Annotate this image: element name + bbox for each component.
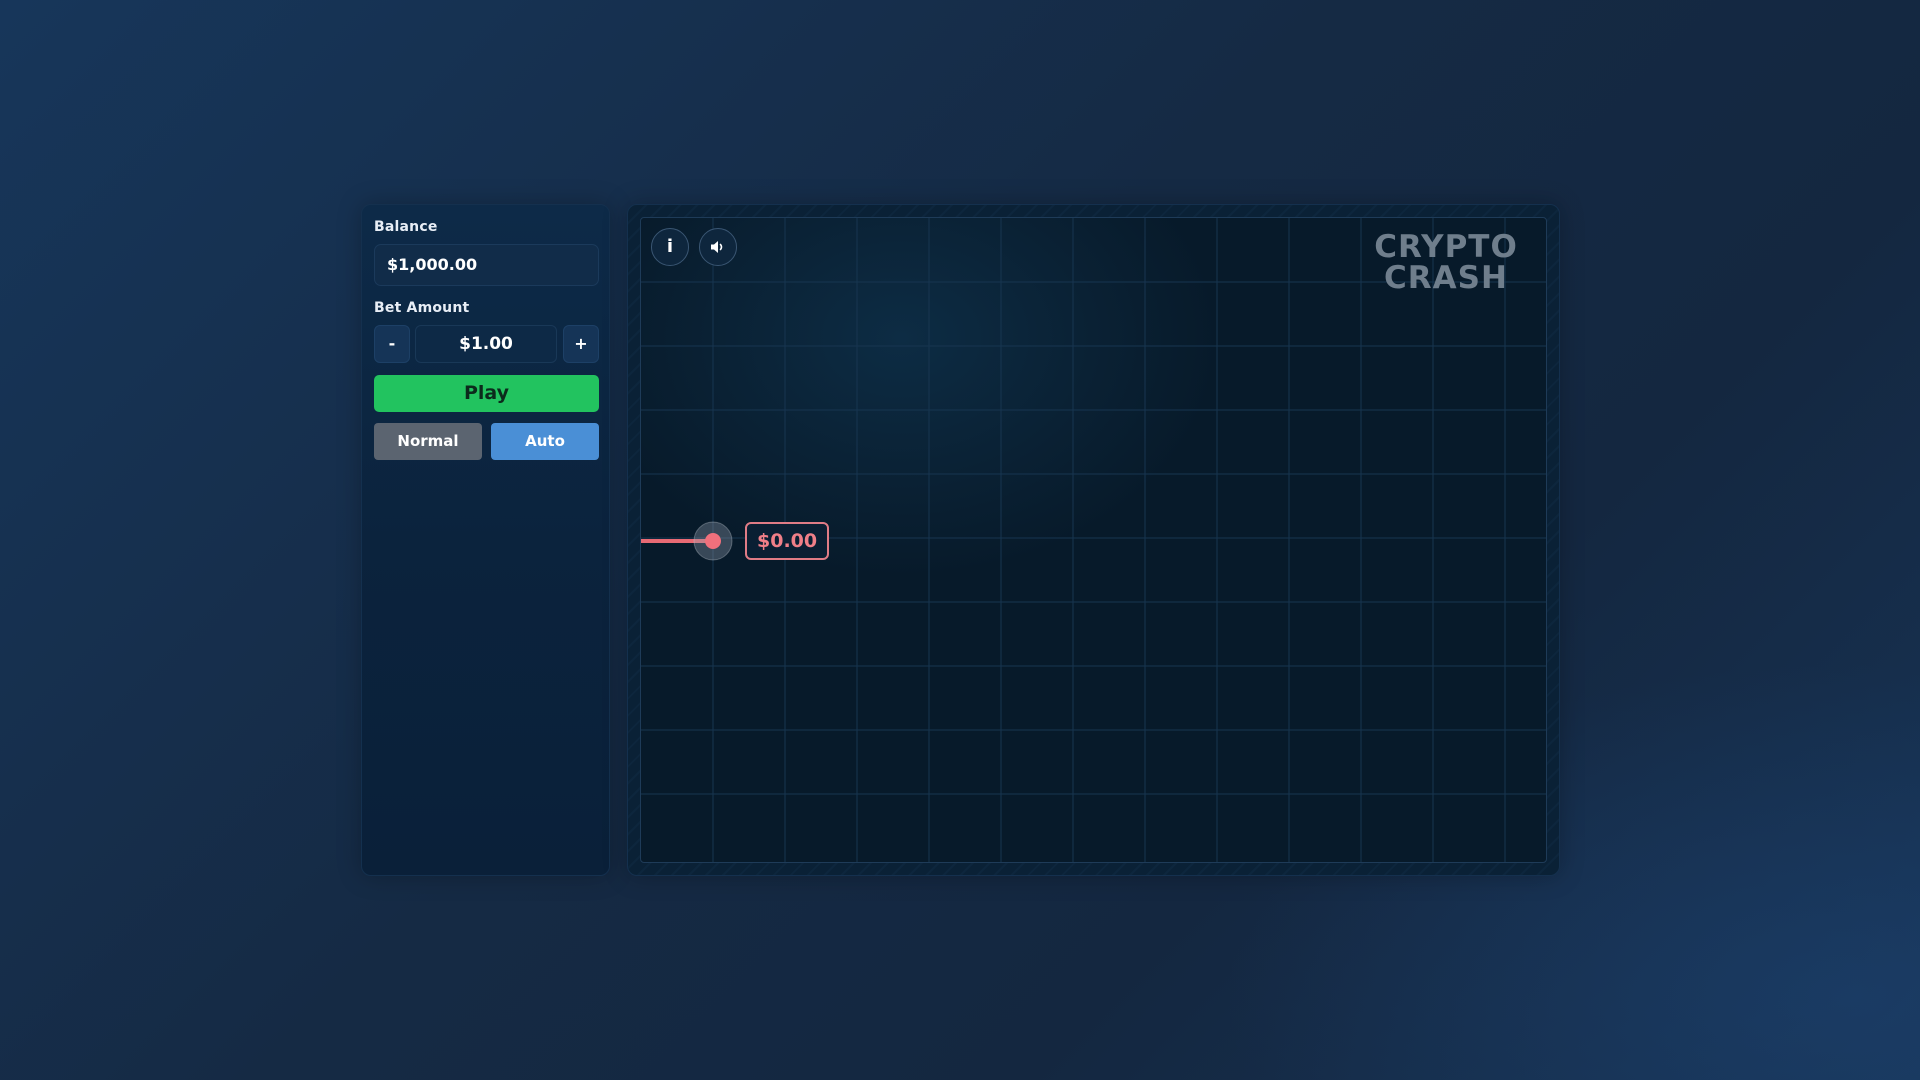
logo-line-2: CRASH (1384, 260, 1508, 296)
mode-normal-button[interactable]: Normal (374, 423, 482, 460)
graph-point (705, 533, 721, 549)
play-button[interactable]: Play (374, 375, 599, 412)
mode-auto-button[interactable]: Auto (491, 423, 599, 460)
balance-field: $1,000.00 (374, 244, 599, 286)
balance-label: Balance (374, 219, 438, 235)
bet-amount-label: Bet Amount (374, 300, 470, 316)
crash-graph: i CRYPTO CRASH $0.00 (640, 217, 1547, 863)
control-panel: Balance $1,000.00 Bet Amount - $1.00 + P… (361, 204, 610, 876)
current-value-badge: $0.00 (745, 522, 830, 560)
decrease-bet-button[interactable]: - (374, 325, 410, 363)
bet-amount-input[interactable]: $1.00 (415, 325, 557, 363)
logo-line-1: CRYPTO (1374, 229, 1518, 265)
speaker-icon[interactable] (699, 228, 737, 266)
info-icon[interactable]: i (651, 228, 689, 266)
crypto-crash-logo: CRYPTO CRASH (1366, 232, 1526, 294)
increase-bet-button[interactable]: + (563, 325, 599, 363)
game-panel: i CRYPTO CRASH $0.00 (627, 204, 1560, 876)
speaker-glyph (711, 241, 723, 253)
